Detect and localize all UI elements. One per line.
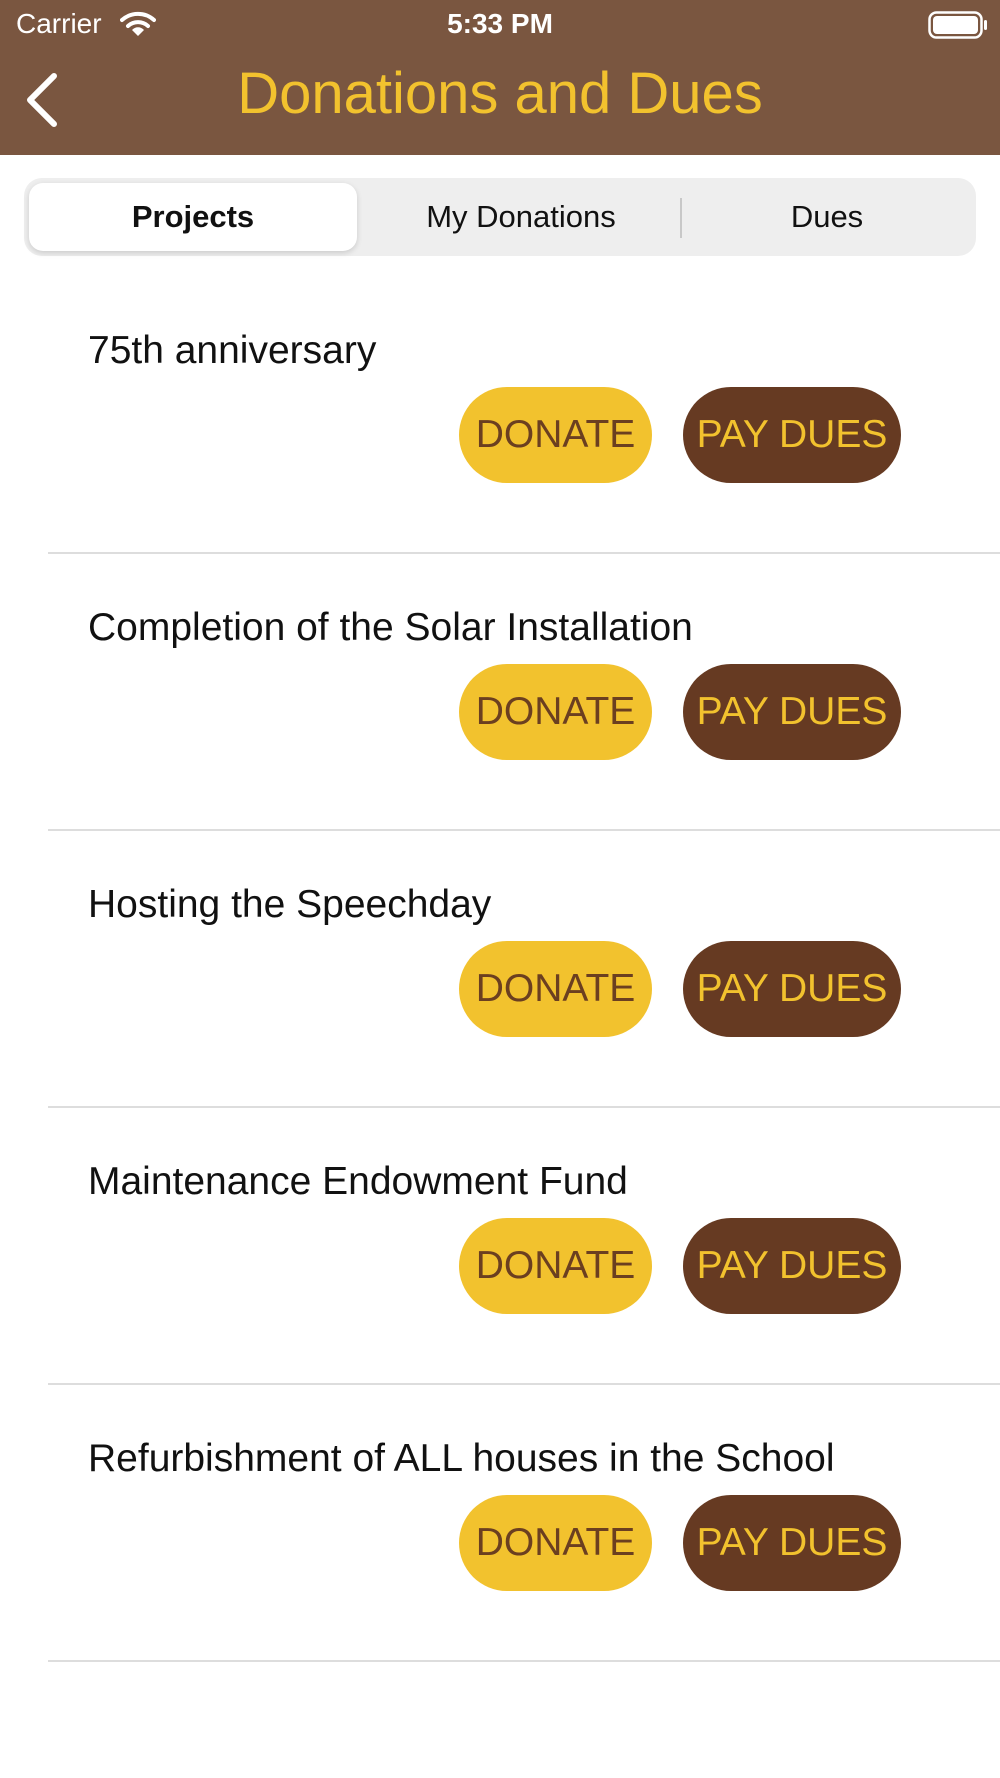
- project-title: Refurbishment of ALL houses in the Schoo…: [88, 1437, 835, 1480]
- list-item: Refurbishment of ALL houses in the Schoo…: [0, 1385, 1000, 1662]
- list-item: 75th anniversary DONATE PAY DUES: [0, 277, 1000, 554]
- row-separator: [48, 1660, 1000, 1662]
- list-item: Completion of the Solar Installation DON…: [0, 554, 1000, 831]
- status-time: 5:33 PM: [447, 8, 553, 39]
- page-title: Donations and Dues: [237, 61, 763, 126]
- pay-dues-button[interactable]: PAY DUES: [683, 664, 901, 760]
- project-list: 75th anniversary DONATE PAY DUES Complet…: [0, 277, 1000, 1662]
- donate-button[interactable]: DONATE: [459, 387, 652, 483]
- donate-button[interactable]: DONATE: [459, 941, 652, 1037]
- pay-dues-button[interactable]: PAY DUES: [683, 941, 901, 1037]
- pay-dues-button[interactable]: PAY DUES: [683, 1218, 901, 1314]
- battery-icon: [928, 11, 988, 44]
- pay-dues-button[interactable]: PAY DUES: [683, 387, 901, 483]
- donate-button[interactable]: DONATE: [459, 1218, 652, 1314]
- tab-dues[interactable]: Dues: [682, 183, 972, 251]
- project-title: Hosting the Speechday: [88, 883, 492, 926]
- list-item: Maintenance Endowment Fund DONATE PAY DU…: [0, 1108, 1000, 1385]
- pay-dues-button[interactable]: PAY DUES: [683, 1495, 901, 1591]
- tab-projects[interactable]: Projects: [29, 183, 357, 251]
- nav-header: Carrier 5:33 PM Donations and Dues: [0, 0, 1000, 155]
- segmented-control: Projects My Donations Dues: [24, 178, 976, 256]
- project-title: Maintenance Endowment Fund: [88, 1160, 628, 1203]
- donate-button[interactable]: DONATE: [459, 1495, 652, 1591]
- donate-button[interactable]: DONATE: [459, 664, 652, 760]
- tab-my-donations[interactable]: My Donations: [362, 183, 680, 251]
- project-title: 75th anniversary: [88, 329, 377, 372]
- project-title: Completion of the Solar Installation: [88, 606, 693, 649]
- status-bar: Carrier 5:33 PM: [0, 0, 1000, 50]
- list-item: Hosting the Speechday DONATE PAY DUES: [0, 831, 1000, 1108]
